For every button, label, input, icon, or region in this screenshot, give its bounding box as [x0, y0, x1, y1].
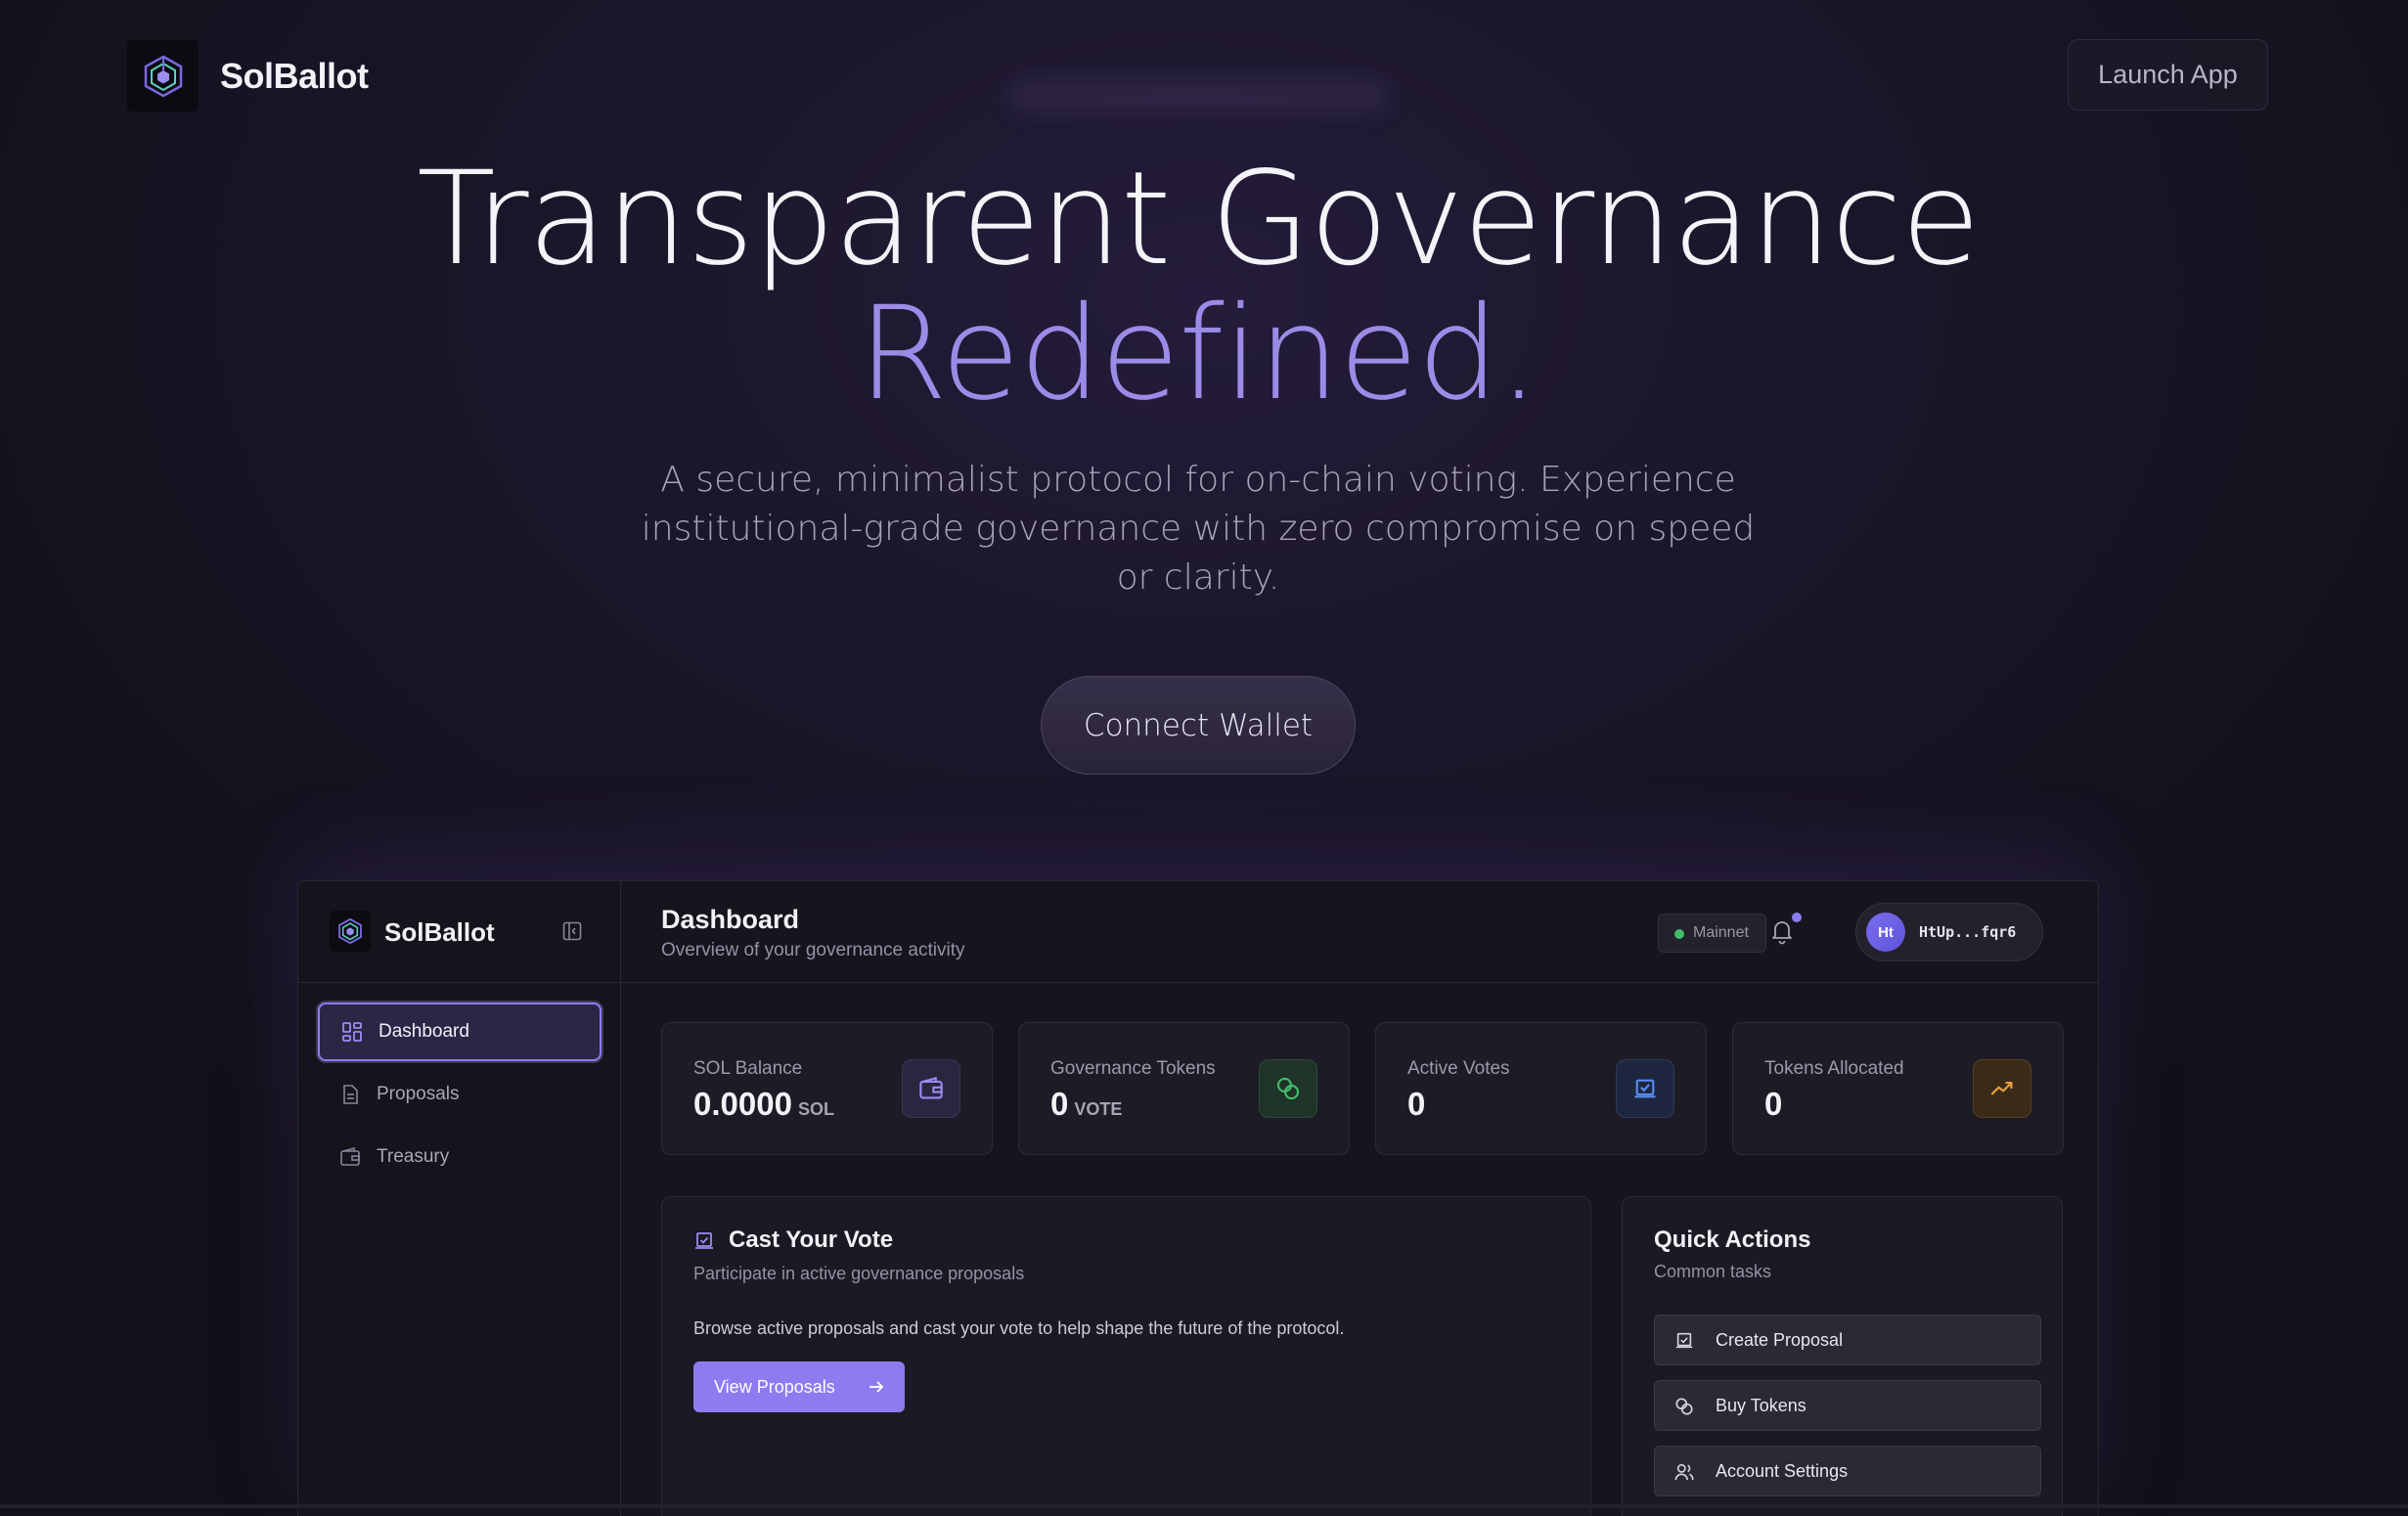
card-title: Quick Actions — [1654, 1226, 1811, 1253]
wallet-icon — [340, 1146, 360, 1166]
stat-number: 0 — [1407, 1086, 1426, 1122]
card-subtitle: Common tasks — [1654, 1262, 1772, 1281]
button-label: Create Proposal — [1716, 1329, 1844, 1350]
sidebar-item-dashboard[interactable]: Dashboard — [318, 1003, 602, 1061]
vote-icon — [1634, 1079, 1656, 1098]
button-label: Account Settings — [1716, 1460, 1849, 1481]
app-preview-window: SolBallot Dashboard Proposals Treasury D… — [297, 880, 2099, 1516]
hero-subtitle: A secure, minimalist protocol for on-cha… — [641, 460, 1756, 598]
view-proposals-button[interactable]: View Proposals — [693, 1361, 905, 1412]
hero-title-line2: Redefined. — [858, 279, 1539, 429]
header-glow — [1007, 78, 1389, 113]
sidebar-logo — [330, 911, 371, 952]
stat-icon-box — [902, 1059, 960, 1118]
site-header: SolBallot Launch App — [0, 0, 2408, 147]
sidebar-item-treasury[interactable]: Treasury — [318, 1128, 602, 1186]
vote-icon — [695, 1232, 713, 1249]
launch-app-button[interactable]: Launch App — [2068, 39, 2268, 111]
avatar: Ht — [1866, 913, 1905, 952]
main-header: Dashboard Overview of your governance ac… — [622, 881, 2098, 983]
network-badge[interactable]: Mainnet — [1658, 914, 1766, 953]
stat-icon-box — [1973, 1059, 2031, 1118]
bottom-divider — [0, 1504, 2408, 1508]
button-label: View Proposals — [714, 1376, 835, 1397]
users-icon — [1674, 1463, 1694, 1481]
main-content: Dashboard Overview of your governance ac… — [622, 881, 2098, 1516]
stat-value: 0 — [1407, 1086, 1431, 1123]
stat-unit: SOL — [797, 1099, 834, 1119]
coins-icon — [1276, 1077, 1300, 1100]
create-proposal-button[interactable]: Create Proposal — [1654, 1315, 2041, 1365]
stat-value: 0.0000 SOL — [693, 1086, 834, 1123]
network-status-dot — [1674, 929, 1684, 939]
wallet-address: HtUp...fqr6 — [1919, 923, 2017, 941]
stat-label: Active Votes — [1407, 1058, 1510, 1079]
page-title: Dashboard — [661, 905, 800, 934]
stat-card-sol-balance: SOL Balance 0.0000 SOL — [661, 1022, 993, 1155]
sidebar-header: SolBallot — [298, 881, 620, 983]
cube-logo-icon — [144, 55, 182, 97]
card-description: Browse active proposals and cast your vo… — [693, 1318, 1345, 1338]
buy-tokens-button[interactable]: Buy Tokens — [1654, 1380, 2041, 1431]
button-label: Buy Tokens — [1716, 1395, 1806, 1415]
stat-number: 0 — [1764, 1086, 1783, 1122]
sidebar: SolBallot Dashboard Proposals Treasury — [298, 881, 621, 1516]
card-subtitle: Participate in active governance proposa… — [693, 1264, 1025, 1283]
stat-label: Tokens Allocated — [1764, 1058, 1904, 1079]
card-title: Cast Your Vote — [729, 1226, 894, 1253]
hero-title-line1: Transparent Governance — [417, 144, 1981, 294]
sidebar-item-proposals[interactable]: Proposals — [318, 1065, 602, 1124]
sidebar-brand-name: SolBallot — [384, 917, 495, 947]
coins-icon — [1675, 1398, 1693, 1415]
wallet-chip[interactable]: Ht HtUp...fqr6 — [1855, 903, 2043, 961]
document-icon — [343, 1085, 358, 1104]
brand[interactable]: SolBallot — [127, 40, 369, 111]
trending-up-icon — [1990, 1082, 2013, 1095]
notification-dot — [1792, 913, 1802, 922]
wallet-icon — [919, 1076, 943, 1099]
stats-row: SOL Balance 0.0000 SOL Governance Tokens … — [661, 1022, 2064, 1155]
stat-icon-box — [1259, 1059, 1317, 1118]
stat-label: Governance Tokens — [1050, 1058, 1216, 1079]
stat-label: SOL Balance — [693, 1058, 803, 1079]
vote-icon — [1675, 1332, 1693, 1349]
stat-card-tokens-allocated: Tokens Allocated 0 — [1732, 1022, 2064, 1155]
stat-value: 0 — [1764, 1086, 1788, 1123]
stat-unit: VOTE — [1074, 1099, 1123, 1119]
page-subtitle: Overview of your governance activity — [661, 940, 965, 960]
account-settings-button[interactable]: Account Settings — [1654, 1446, 2041, 1496]
arrow-right-icon — [870, 1381, 884, 1393]
sidebar-item-label: Treasury — [377, 1146, 450, 1167]
connect-wallet-button[interactable]: Connect Wallet — [1041, 676, 1356, 775]
grid-icon — [342, 1022, 362, 1042]
stat-value: 0 VOTE — [1050, 1086, 1122, 1123]
stat-number: 0.0000 — [693, 1086, 792, 1122]
network-label: Mainnet — [1693, 924, 1749, 941]
stat-card-governance-tokens: Governance Tokens 0 VOTE — [1018, 1022, 1350, 1155]
stat-icon-box — [1616, 1059, 1674, 1118]
stat-card-active-votes: Active Votes 0 — [1375, 1022, 1707, 1155]
logo — [127, 40, 199, 111]
sidebar-nav: Dashboard Proposals Treasury — [318, 1003, 602, 1190]
quick-actions-card: Quick Actions Common tasks Create Propos… — [1622, 1196, 2063, 1516]
cube-logo-icon — [338, 917, 362, 945]
sidebar-item-label: Proposals — [377, 1084, 460, 1104]
brand-name: SolBallot — [220, 55, 369, 96]
stat-number: 0 — [1050, 1086, 1069, 1122]
sidebar-item-label: Dashboard — [379, 1021, 469, 1042]
cast-vote-card: Cast Your Vote Participate in active gov… — [661, 1196, 1591, 1516]
sidebar-collapse-icon[interactable] — [562, 921, 582, 941]
